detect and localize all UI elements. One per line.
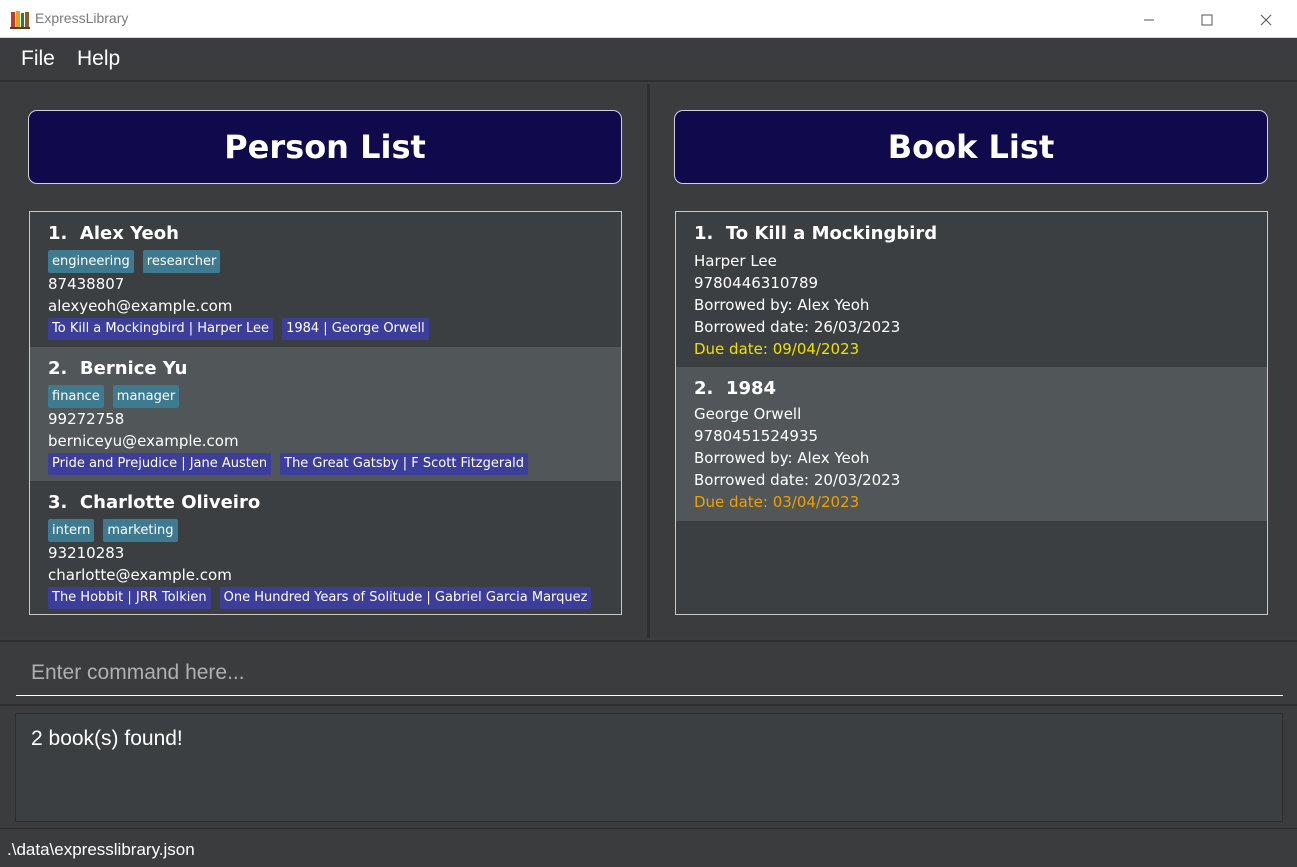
person-tags: finance manager [48,385,188,408]
book-tag: One Hundred Years of Solitude | Gabriel … [219,587,592,609]
person-phone: 93210283 [48,544,125,562]
book-tag: The Hobbit | JRR Tolkien [48,587,211,609]
result-display[interactable]: 2 book(s) found! [15,713,1283,822]
book-name: 1984 [725,378,777,399]
book-due-date: Due date: 09/04/2023 [694,340,860,358]
maximize-icon [1201,14,1213,25]
tag-label: engineering [48,250,134,273]
book-list-header: Book List [674,110,1268,184]
person-phone: 99272758 [48,410,125,428]
person-books: The Hobbit | JRR Tolkien One Hundred Year… [48,587,600,609]
book-borrowed-date: Borrowed date: 20/03/2023 [694,471,901,489]
person-phone: 87438807 [48,275,125,293]
person-email: berniceyu@example.com [48,432,239,450]
person-books: Pride and Prejudice | Jane Austen The Gre… [48,453,537,475]
tag-label: manager [112,385,180,408]
person-card[interactable]: 3. Charlotte Oliveiro intern marketing 93… [30,481,621,614]
close-button[interactable] [1237,0,1295,38]
tag-label: researcher [142,250,221,273]
maximize-button[interactable] [1178,0,1236,38]
book-borrowed-by: Borrowed by: Alex Yeoh [694,449,870,467]
book-isbn: 9780451524935 [694,427,819,445]
book-author: Harper Lee [694,252,777,270]
person-list[interactable]: 1. Alex Yeoh engineering researcher 87438… [29,211,622,615]
book-isbn: 9780446310789 [694,274,819,292]
minimize-icon [1144,19,1154,20]
book-due-date: Due date: 03/04/2023 [694,493,860,511]
book-borrowed-date: Borrowed date: 26/03/2023 [694,318,901,336]
person-list-header: Person List [28,110,622,184]
person-index: 3. [48,492,68,513]
person-books: To Kill a Mockingbird | Harper Lee 1984 |… [48,318,438,340]
person-title: 3. Charlotte Oliveiro [48,492,260,513]
close-icon [1260,14,1272,25]
book-author: George Orwell [694,405,802,423]
person-card[interactable]: 1. Alex Yeoh engineering researcher 87438… [30,212,621,346]
person-index: 1. [48,223,68,244]
book-tag: To Kill a Mockingbird | Harper Lee [48,318,274,340]
tag-label: marketing [103,519,178,542]
window-title: ExpressLibrary [35,10,129,26]
person-title: 2. Bernice Yu [48,358,187,379]
book-card[interactable]: 2. 1984 George Orwell 9780451524935 Borr… [676,367,1267,521]
book-borrowed-by: Borrowed by: Alex Yeoh [694,296,870,314]
person-tags: intern marketing [48,519,187,542]
person-tags: engineering researcher [48,250,229,273]
person-title: 1. Alex Yeoh [48,223,179,244]
minimize-button[interactable] [1120,0,1178,38]
book-tag: The Great Gatsby | F Scott Fitzgerald [280,453,529,475]
book-tag: Pride and Prejudice | Jane Austen [48,453,272,475]
tag-label: intern [48,519,95,542]
book-index: 2. [694,378,714,399]
menu-bar: File Help [0,38,1297,82]
person-email: alexyeoh@example.com [48,297,233,315]
person-email: charlotte@example.com [48,566,232,584]
command-input[interactable] [16,650,1283,696]
result-message: 2 book(s) found! [31,727,183,750]
book-tag: 1984 | George Orwell [282,318,429,340]
menu-file[interactable]: File [21,47,55,71]
person-name: Bernice Yu [79,358,188,379]
book-title: 1. To Kill a Mockingbird [694,223,937,244]
person-name: Alex Yeoh [79,223,179,244]
book-list[interactable]: 1. To Kill a Mockingbird Harper Lee 9780… [675,211,1268,615]
tag-label: finance [48,385,104,408]
status-bar: .\data\expresslibrary.json [0,828,1297,867]
person-card[interactable]: 2. Bernice Yu finance manager 99272758 be… [30,347,621,481]
person-index: 2. [48,358,68,379]
menu-help[interactable]: Help [77,47,120,71]
status-file-path: .\data\expresslibrary.json [7,840,195,859]
book-index: 1. [694,223,714,244]
book-title: 2. 1984 [694,378,776,399]
book-card[interactable]: 1. To Kill a Mockingbird Harper Lee 9780… [676,212,1267,366]
title-bar: ExpressLibrary [0,0,1297,38]
book-name: To Kill a Mockingbird [725,223,938,244]
books-icon [10,11,30,29]
person-name: Charlotte Oliveiro [79,492,261,513]
